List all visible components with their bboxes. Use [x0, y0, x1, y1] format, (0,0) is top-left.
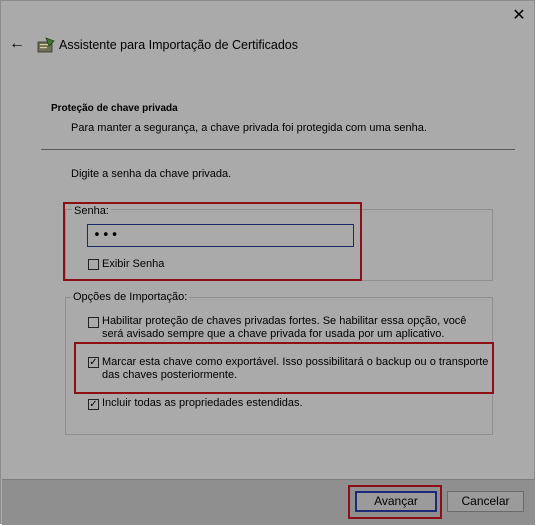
certificate-wizard-icon: [37, 37, 55, 53]
back-arrow-icon[interactable]: ←: [7, 34, 27, 54]
divider: [41, 149, 515, 150]
next-highlight: [348, 485, 442, 519]
extended-properties-checkbox[interactable]: ✓: [88, 399, 99, 410]
exportable-highlight: [74, 342, 494, 394]
password-prompt: Digite a senha da chave privada.: [71, 168, 232, 180]
extended-properties-label[interactable]: Incluir todas as propriedades estendidas…: [102, 397, 303, 410]
wizard-window: ✕ ← Assistente para Importação de Certif…: [0, 0, 535, 525]
import-options-label: Opções de Importação:: [71, 291, 190, 303]
wizard-title: Assistente para Importação de Certificad…: [59, 38, 299, 52]
close-icon[interactable]: ✕: [509, 6, 529, 26]
strong-protection-label[interactable]: Habilitar proteção de chaves privadas fo…: [102, 315, 490, 341]
strong-protection-checkbox[interactable]: [88, 317, 99, 328]
section-title: Proteção de chave privada: [51, 103, 178, 114]
cancel-button[interactable]: Cancelar: [447, 491, 524, 512]
section-subtitle: Para manter a segurança, a chave privada…: [71, 122, 427, 134]
footer-bar: Avançar Cancelar: [2, 479, 535, 525]
password-highlight: [63, 202, 362, 281]
